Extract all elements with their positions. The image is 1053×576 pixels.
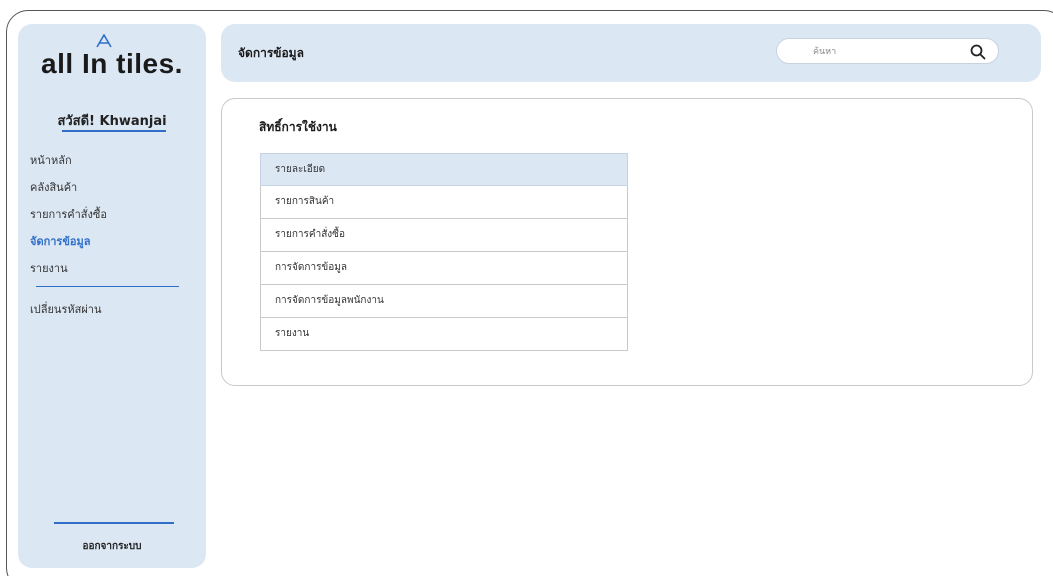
permission-item-orders[interactable]: รายการคำสั่งซื้อ xyxy=(260,219,628,252)
permissions-card: สิทธิ์การใช้งาน รายละเอียด รายการสินค้า … xyxy=(221,98,1033,386)
sidebar-item-orders[interactable]: รายการคำสั่งซื้อ xyxy=(30,206,200,233)
sidebar-nav: หน้าหลัก คลังสินค้า รายการคำสั่งซื้อ จัด… xyxy=(30,152,200,287)
permission-item-details[interactable]: รายละเอียด xyxy=(260,153,628,186)
sidebar-item-reports[interactable]: รายงาน xyxy=(30,260,200,287)
logo-arrow-icon xyxy=(96,34,112,48)
sidebar-item-inventory[interactable]: คลังสินค้า xyxy=(30,179,200,206)
permission-item-data-management[interactable]: การจัดการข้อมูล xyxy=(260,252,628,285)
sidebar-item-data-management[interactable]: จัดการข้อมูล xyxy=(30,233,200,260)
permission-list: รายละเอียด รายการสินค้า รายการคำสั่งซื้อ… xyxy=(260,153,628,351)
sidebar-item-change-password[interactable]: เปลี่ยนรหัสผ่าน xyxy=(30,300,101,318)
brand-logo[interactable]: all In tiles. xyxy=(18,34,206,80)
permission-item-employee-data[interactable]: การจัดการข้อมูลพนักงาน xyxy=(260,285,628,318)
top-header: จัดการข้อมูล xyxy=(221,24,1041,82)
permission-item-products[interactable]: รายการสินค้า xyxy=(260,186,628,219)
section-title: สิทธิ์การใช้งาน xyxy=(259,120,337,134)
greeting-underline xyxy=(62,130,166,132)
search-input[interactable] xyxy=(813,44,953,60)
logo-text: all In tiles. xyxy=(41,48,183,79)
logout-divider xyxy=(54,522,174,524)
nav-divider xyxy=(36,286,179,287)
search-box xyxy=(776,38,999,64)
search-icon[interactable] xyxy=(969,43,987,61)
sidebar-item-home[interactable]: หน้าหลัก xyxy=(30,152,200,179)
permission-item-reports[interactable]: รายงาน xyxy=(260,318,628,351)
page-title: จัดการข้อมูล xyxy=(238,46,304,60)
sidebar: all In tiles. สวัสดี! Khwanjai หน้าหลัก … xyxy=(18,24,206,568)
logout-button[interactable]: ออกจากระบบ xyxy=(18,539,206,554)
user-greeting: สวัสดี! Khwanjai xyxy=(57,114,167,129)
